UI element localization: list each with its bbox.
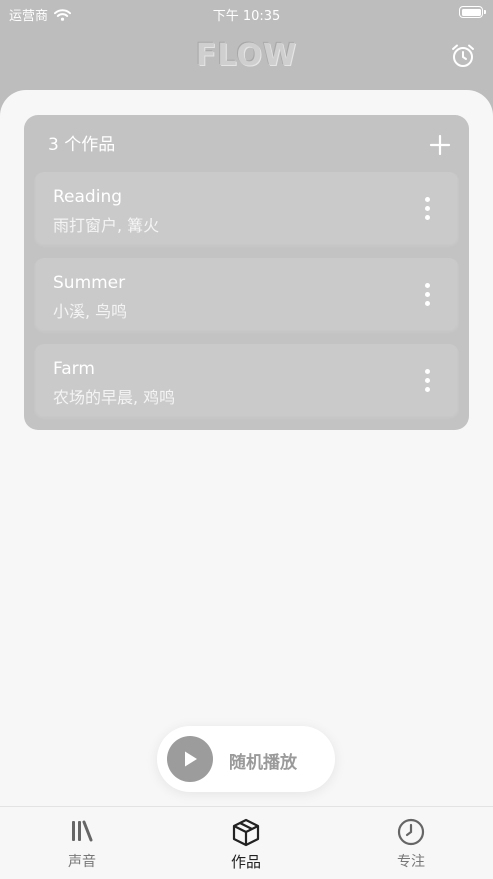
more-options-icon[interactable] <box>423 197 431 223</box>
work-subtitle: 农场的早晨, 鸡鸣 <box>53 388 176 407</box>
clock-icon <box>397 818 425 846</box>
tab-sounds[interactable]: 声音 <box>0 807 164 879</box>
work-item-farm[interactable]: Farm 农场的早晨, 鸡鸣 <box>34 344 459 420</box>
shuffle-play-button[interactable]: 随机播放 <box>157 726 335 792</box>
work-subtitle: 雨打窗户, 篝火 <box>53 216 160 235</box>
app-header: FLOW <box>0 28 493 88</box>
play-icon <box>185 751 197 767</box>
tab-bar: 声音 作品 专注 <box>0 806 493 879</box>
play-button-circle[interactable] <box>167 736 213 782</box>
work-item-reading[interactable]: Reading 雨打窗户, 篝火 <box>34 172 459 248</box>
tab-label: 专注 <box>397 854 425 870</box>
works-card: 3 个作品 Reading 雨打窗户, 篝火 Summer 小溪, 鸟鸣 Far… <box>24 115 469 430</box>
cube-icon <box>232 818 260 847</box>
library-icon <box>72 820 93 842</box>
app-logo: FLOW <box>195 38 298 73</box>
add-work-button[interactable] <box>429 134 451 156</box>
tab-focus[interactable]: 专注 <box>329 807 493 879</box>
work-title: Farm <box>53 359 95 379</box>
tab-works[interactable]: 作品 <box>164 807 328 879</box>
work-subtitle: 小溪, 鸟鸣 <box>53 302 128 321</box>
tab-label: 声音 <box>68 854 96 870</box>
work-item-summer[interactable]: Summer 小溪, 鸟鸣 <box>34 258 459 334</box>
shuffle-label: 随机播放 <box>229 753 297 773</box>
work-title: Reading <box>53 187 123 207</box>
status-bar: 运营商 下午 10:35 <box>0 0 493 28</box>
works-count: 3 个作品 <box>48 135 116 155</box>
battery-icon <box>459 6 486 18</box>
work-title: Summer <box>53 273 126 293</box>
more-options-icon[interactable] <box>423 369 431 395</box>
works-card-header: 3 个作品 <box>48 133 453 157</box>
status-time: 下午 10:35 <box>212 9 281 24</box>
more-options-icon[interactable] <box>423 283 431 309</box>
tab-label: 作品 <box>230 853 261 871</box>
alarm-clock-icon[interactable] <box>449 42 477 70</box>
